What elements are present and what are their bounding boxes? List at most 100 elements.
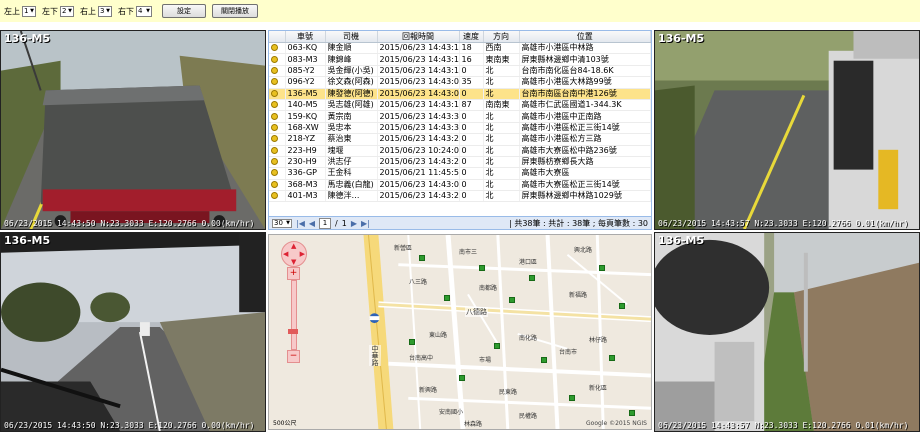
map-poi-marker[interactable] bbox=[599, 265, 605, 271]
camera-view-top-right[interactable]: 136-M5 06/23/2015 14:43:57 N:23.3033 E:1… bbox=[654, 30, 920, 230]
table-row[interactable]: 401-M3 陳德泮… 2015/06/23 14:43:24 0 北屏東縣林邊鄉中林路… bbox=[269, 190, 651, 203]
bottom-right-select[interactable]: 4 ▼ bbox=[136, 5, 152, 17]
row-status-icon[interactable] bbox=[269, 110, 286, 123]
table-row[interactable]: 159-KQ 黃宗南 2015/06/23 14:43:35 0 北高雄市小港區中正南路 bbox=[269, 110, 651, 123]
vehicle-status-icon[interactable] bbox=[271, 135, 278, 143]
table-row[interactable]: 063-KQ 陳金順 2015/06/23 14:43:13 18 西南 高雄市小港區中林… bbox=[269, 42, 651, 55]
cell-direction: 北 bbox=[483, 167, 520, 180]
row-status-icon[interactable] bbox=[269, 88, 286, 100]
first-page-icon[interactable]: |◀ bbox=[296, 219, 305, 228]
map-place-label: 港口區 bbox=[519, 259, 538, 266]
map-poi-marker[interactable] bbox=[629, 410, 635, 416]
zoom-slider-handle[interactable] bbox=[288, 329, 298, 334]
camera-feed-image bbox=[1, 233, 265, 431]
camera-view-bottom-right[interactable]: 136-M5 06/23/2015 14:43:57 N:23.3033 E:1… bbox=[654, 232, 920, 432]
table-row[interactable]: 336-GP 王金科 2015/06/21 11:45:54 0 北高雄市大寮區 bbox=[269, 167, 651, 180]
column-header-driver[interactable]: 司機 bbox=[325, 31, 378, 43]
map-poi-marker[interactable] bbox=[569, 395, 575, 401]
zoom-out-button[interactable]: − bbox=[287, 350, 300, 363]
column-header-speed[interactable]: 速度 bbox=[459, 31, 484, 43]
next-page-icon[interactable]: ▶ bbox=[351, 219, 357, 228]
column-header-icon bbox=[269, 31, 286, 43]
row-status-icon[interactable] bbox=[269, 122, 286, 135]
cell-speed: 0 bbox=[459, 190, 484, 203]
table-row[interactable]: 136-M5 陳發德(阿德) 2015/06/23 14:43:05 0 北台南市南區台… bbox=[269, 88, 651, 100]
row-status-icon[interactable] bbox=[269, 76, 286, 89]
close-all-button[interactable]: 關閉播放 bbox=[212, 4, 258, 18]
prev-page-icon[interactable]: ◀ bbox=[309, 219, 315, 228]
map-poi-marker[interactable] bbox=[479, 265, 485, 271]
vehicle-status-icon[interactable] bbox=[271, 112, 278, 120]
table-row[interactable]: 218-YZ 蔡治東 2015/06/23 14:43:26 0 北高雄市小港區松方三路 bbox=[269, 133, 651, 146]
table-row[interactable]: 140-M5 吳志雄(阿雄) 2015/06/23 14:43:11 87 南南東 高雄市… bbox=[269, 99, 651, 112]
vehicle-status-icon[interactable] bbox=[271, 89, 278, 97]
vehicle-status-icon[interactable] bbox=[271, 123, 278, 131]
bottom-left-select[interactable]: 2 ▼ bbox=[60, 5, 74, 17]
column-header-plate[interactable]: 車號 bbox=[285, 31, 326, 43]
map-poi-marker[interactable] bbox=[494, 343, 500, 349]
column-header-location[interactable]: 位置 bbox=[519, 31, 651, 43]
map-poi-marker[interactable] bbox=[409, 339, 415, 345]
cell-driver: 王金科 bbox=[325, 167, 378, 180]
cell-location: 高雄市小港區松方三路 bbox=[519, 133, 651, 146]
map-poi-marker[interactable] bbox=[509, 297, 515, 303]
vehicle-status-icon[interactable] bbox=[271, 146, 278, 154]
map-poi-marker[interactable] bbox=[459, 375, 465, 381]
row-status-icon[interactable] bbox=[269, 190, 286, 203]
cell-location: 高雄市小港區大林路99號 bbox=[519, 76, 651, 89]
vehicle-status-icon[interactable] bbox=[271, 101, 278, 109]
row-status-icon[interactable] bbox=[269, 53, 286, 66]
vehicle-status-icon[interactable] bbox=[271, 66, 278, 74]
row-status-icon[interactable] bbox=[269, 156, 286, 169]
cell-time: 2015/06/23 10:24:00 bbox=[377, 145, 460, 157]
cell-direction: 北 bbox=[483, 76, 520, 89]
row-status-icon[interactable] bbox=[269, 42, 286, 55]
map-poi-marker[interactable] bbox=[419, 255, 425, 261]
vehicle-status-icon[interactable] bbox=[271, 44, 278, 52]
last-page-icon[interactable]: ▶| bbox=[361, 219, 370, 228]
page-number-input[interactable]: 1 bbox=[319, 217, 332, 229]
map-place-label: 興北路 bbox=[574, 247, 593, 254]
vehicle-status-icon[interactable] bbox=[271, 55, 278, 63]
top-right-select[interactable]: 3 ▼ bbox=[98, 5, 112, 17]
map-poi-marker[interactable] bbox=[444, 295, 450, 301]
zoom-in-button[interactable]: + bbox=[287, 267, 300, 280]
column-header-time[interactable]: 回報時間 bbox=[377, 31, 460, 43]
row-status-icon[interactable] bbox=[269, 167, 286, 180]
column-header-direction[interactable]: 方向 bbox=[483, 31, 520, 43]
table-row[interactable]: 096-Y2 徐文森(阿森) 2015/06/23 14:43:03 35 北高雄市小港… bbox=[269, 76, 651, 89]
map-poi-marker[interactable] bbox=[619, 303, 625, 309]
map-view[interactable]: ▲ ▼ ◀ ▶ + − 八德路 中華路 新營區 南市三 港口區 興北路 八三路 南都… bbox=[268, 234, 652, 430]
cell-time: 2015/06/23 14:43:09 bbox=[377, 179, 460, 192]
map-poi-marker[interactable] bbox=[541, 357, 547, 363]
table-row[interactable]: 223-H9 塊堰 2015/06/23 10:24:00 0 北高雄市大寮區松中路23… bbox=[269, 145, 651, 157]
row-status-icon[interactable] bbox=[269, 179, 286, 192]
map-poi-marker[interactable] bbox=[529, 275, 535, 281]
row-status-icon[interactable] bbox=[269, 99, 286, 112]
vehicle-status-icon[interactable] bbox=[271, 192, 278, 200]
vehicle-status-icon[interactable] bbox=[271, 180, 278, 188]
map-pan-control[interactable]: ▲ ▼ ◀ ▶ bbox=[281, 241, 307, 267]
table-row[interactable]: 168-XW 吳忠本 2015/06/23 14:43:30 0 北高雄市小港區松正三街… bbox=[269, 122, 651, 135]
set-button[interactable]: 設定 bbox=[162, 4, 206, 18]
vehicle-status-icon[interactable] bbox=[271, 169, 278, 177]
table-row[interactable]: 085-Y2 吳金輝(小吳) 2015/06/23 14:43:13 0 北台南市南化區… bbox=[269, 65, 651, 78]
table-row[interactable]: 083-M3 陳錦峰 2015/06/23 14:43:13 16 東南東 屏東縣林邊鄉中… bbox=[269, 53, 651, 66]
row-status-icon[interactable] bbox=[269, 133, 286, 146]
row-status-icon[interactable] bbox=[269, 145, 286, 157]
zoom-slider[interactable] bbox=[288, 280, 298, 350]
page-size-select[interactable]: 30 ▼ bbox=[272, 218, 292, 228]
map-poi-marker[interactable] bbox=[609, 355, 615, 361]
map-place-label: 新營區 bbox=[394, 245, 413, 252]
vehicle-status-icon[interactable] bbox=[271, 78, 278, 86]
table-row[interactable]: 230-H9 洪志仔 2015/06/23 14:43:21 0 北屏東縣枋寮鄉長大路 bbox=[269, 156, 651, 169]
vehicle-status-icon[interactable] bbox=[271, 158, 278, 166]
table-row[interactable]: 368-M3 馬忠義(白龍) 2015/06/23 14:43:09 0 北高雄市大寮區… bbox=[269, 179, 651, 192]
camera-view-top-left[interactable]: 136-M5 06/23/2015 14:43:50 N:23.3033 E:1… bbox=[0, 30, 266, 230]
cell-plate: 063-KQ bbox=[285, 42, 326, 55]
cell-plate: 368-M3 bbox=[285, 179, 326, 192]
top-left-select[interactable]: 1 ▼ bbox=[22, 5, 36, 17]
camera-view-bottom-left[interactable]: 136-M5 06/23/2015 14:43:50 N:23.3033 E:1… bbox=[0, 232, 266, 432]
row-status-icon[interactable] bbox=[269, 65, 286, 78]
cell-location: 高雄市大寮區 bbox=[519, 167, 651, 180]
